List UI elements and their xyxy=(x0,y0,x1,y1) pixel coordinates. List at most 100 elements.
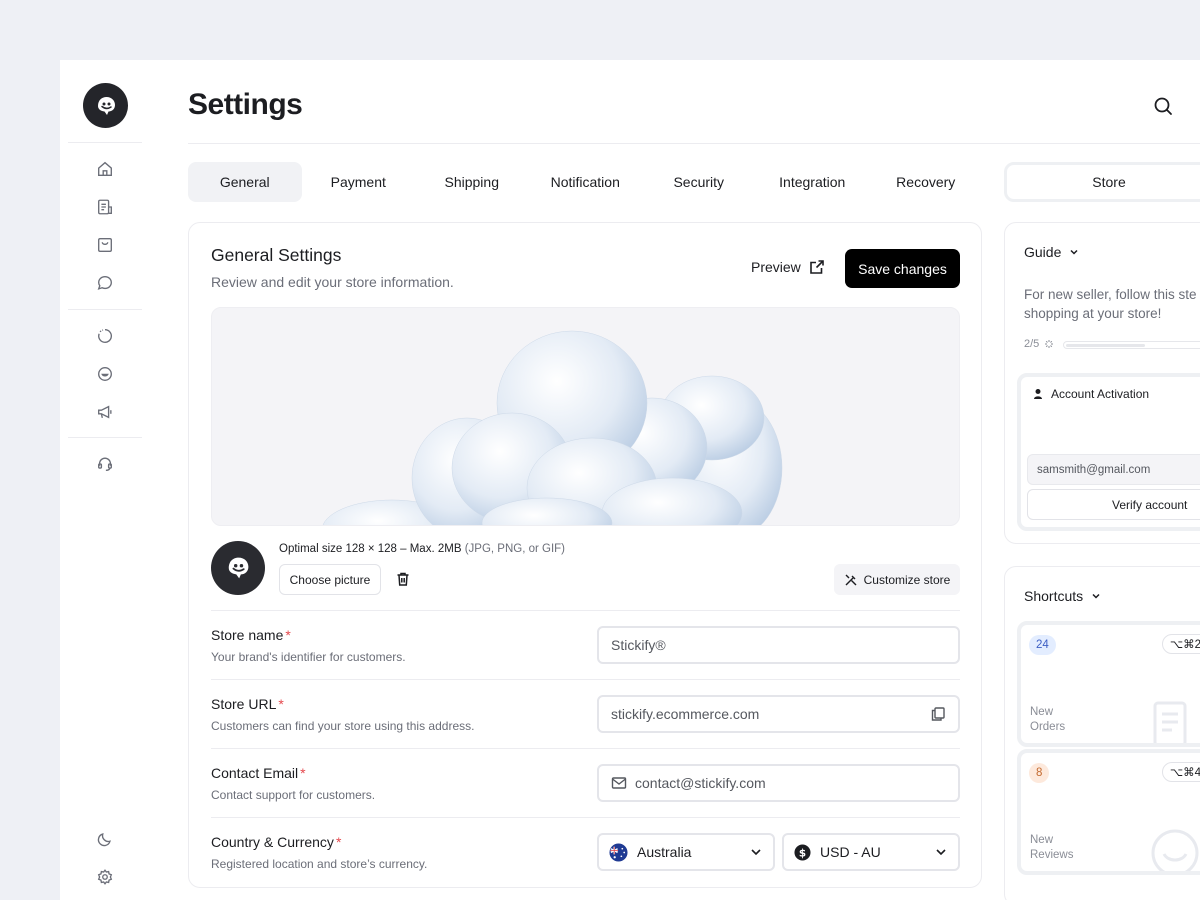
store-url-label-text: Store URL xyxy=(211,696,277,712)
verify-account-button[interactable]: Verify account xyxy=(1027,489,1200,520)
tab-notification[interactable]: Notification xyxy=(529,162,643,202)
moon-icon[interactable] xyxy=(93,827,117,851)
mail-icon xyxy=(611,777,627,789)
store-url-label: Store URL * xyxy=(211,696,284,712)
sidebar-divider xyxy=(68,142,142,143)
tab-payment[interactable]: Payment xyxy=(302,162,416,202)
preview-link[interactable]: Preview xyxy=(751,259,825,275)
required-marker: * xyxy=(285,627,291,643)
contact-email-desc: Contact support for customers. xyxy=(211,788,376,802)
currency-select[interactable]: $ USD - AU xyxy=(782,833,960,871)
tab-shipping[interactable]: Shipping xyxy=(415,162,529,202)
chevron-down-icon xyxy=(1092,593,1100,599)
required-marker: * xyxy=(335,834,342,850)
guide-card: Guide For new seller, follow this ste sh… xyxy=(1004,222,1200,544)
shortcut-label-line-1: New xyxy=(1030,706,1054,718)
store-url-value: stickify.ecommerce.com xyxy=(611,706,760,722)
activation-email-value: samsmith@gmail.com xyxy=(1037,463,1151,476)
activation-email-field[interactable]: samsmith@gmail.com xyxy=(1027,454,1200,485)
shortcut-new-reviews[interactable]: 8 ⌥⌘4 New Reviews xyxy=(1017,749,1200,875)
sidebar xyxy=(60,60,165,900)
cloud-illustration xyxy=(322,330,783,525)
tab-general[interactable]: General xyxy=(188,162,302,202)
shortcuts-title: Shortcuts xyxy=(1024,588,1084,604)
orders-icon[interactable] xyxy=(93,195,117,219)
svg-text:$: $ xyxy=(799,847,806,859)
choose-picture-button[interactable]: Choose picture xyxy=(279,564,381,595)
store-banner-image[interactable] xyxy=(211,307,960,526)
shortcut-new-orders[interactable]: 24 ⌥⌘2 New Orders xyxy=(1017,621,1200,747)
brand-logo[interactable] xyxy=(83,83,128,128)
shortcut-count: 8 xyxy=(1029,763,1050,783)
guide-toggle[interactable]: Guide xyxy=(1024,244,1079,260)
chevron-down-icon xyxy=(1070,249,1078,255)
tab-store[interactable]: Store xyxy=(1004,162,1200,202)
external-link-icon xyxy=(809,260,824,274)
chevron-down-icon xyxy=(936,849,946,856)
preview-label: Preview xyxy=(751,259,801,275)
chat-icon[interactable] xyxy=(93,271,117,295)
store-name-label: Store name * xyxy=(211,627,291,643)
copy-icon[interactable] xyxy=(930,706,946,722)
contact-email-input[interactable]: contact@stickify.com xyxy=(597,764,960,802)
trash-icon[interactable] xyxy=(395,571,413,589)
card-subtitle: Review and edit your store information. xyxy=(211,274,454,290)
tab-integration[interactable]: Integration xyxy=(756,162,870,202)
sidebar-divider xyxy=(68,309,142,310)
save-button[interactable]: Save changes xyxy=(845,249,960,288)
store-name-input[interactable]: Stickify® xyxy=(597,626,960,664)
page-title: Settings xyxy=(188,88,303,121)
shortcut-label-line-2: Reviews xyxy=(1030,849,1074,861)
tab-security[interactable]: Security xyxy=(642,162,756,202)
account-activation-step: Account Activation samsmith@gmail.com Ve… xyxy=(1017,373,1200,531)
search-icon[interactable] xyxy=(1152,95,1176,119)
guide-progress-bar xyxy=(1063,341,1200,349)
image-size-hint: Optimal size 128 × 128 – Max. 2MB (JPG, … xyxy=(279,543,565,555)
shortcut-label-line-1: New xyxy=(1030,834,1054,846)
currency-value: USD - AU xyxy=(820,844,881,860)
country-currency-label-text: Country & Currency xyxy=(211,834,334,850)
row-divider xyxy=(211,748,960,749)
activation-header: Account Activation xyxy=(1033,387,1149,401)
analytics-icon[interactable] xyxy=(93,324,117,348)
shortcut-label-line-2: Orders xyxy=(1030,721,1066,733)
required-marker: * xyxy=(300,765,306,781)
smile-icon[interactable] xyxy=(93,362,117,386)
shortcut-label: New Reviews xyxy=(1030,833,1073,863)
chevron-down-icon xyxy=(751,849,761,856)
tab-recovery[interactable]: Recovery xyxy=(869,162,983,202)
orders-illustration-icon xyxy=(1153,701,1187,743)
smile-illustration-icon xyxy=(1151,829,1199,871)
headset-icon[interactable] xyxy=(93,452,117,476)
contact-email-label-text: Contact Email xyxy=(211,765,299,781)
store-name-desc: Your brand's identifier for customers. xyxy=(211,650,406,664)
guide-text-line-2: shopping at your store! xyxy=(1024,306,1162,321)
row-divider xyxy=(211,817,960,818)
logo-mark-icon xyxy=(97,96,115,115)
contact-email-label: Contact Email * xyxy=(211,765,306,781)
shortcut-count: 24 xyxy=(1029,635,1056,655)
store-url-input[interactable]: stickify.ecommerce.com xyxy=(597,695,960,733)
user-icon xyxy=(1034,389,1042,399)
store-url-desc: Customers can find your store using this… xyxy=(211,719,475,733)
customize-label: Customize store xyxy=(863,572,951,587)
gear-icon[interactable] xyxy=(93,865,117,889)
country-currency-desc: Registered location and store’s currency… xyxy=(211,857,428,871)
megaphone-icon[interactable] xyxy=(93,400,117,424)
australia-flag-icon xyxy=(609,842,628,862)
home-icon[interactable] xyxy=(93,157,117,181)
loader-icon xyxy=(1045,340,1054,348)
shopping-bag-icon[interactable] xyxy=(93,233,117,257)
customize-store-button[interactable]: Customize store xyxy=(834,564,960,595)
progress-count: 2/5 xyxy=(1024,338,1040,350)
country-select[interactable]: Australia xyxy=(597,833,775,871)
sidebar-divider xyxy=(68,437,142,438)
store-avatar[interactable] xyxy=(211,541,265,595)
shortcuts-toggle[interactable]: Shortcuts xyxy=(1024,588,1101,604)
size-hint-text: Optimal size 128 × 128 – Max. 2MB xyxy=(279,543,462,555)
general-settings-card: General Settings Review and edit your st… xyxy=(188,222,982,888)
required-marker: * xyxy=(278,696,284,712)
guide-text: For new seller, follow this ste shopping… xyxy=(1024,285,1200,323)
store-name-label-text: Store name xyxy=(211,627,284,643)
logo-mark-icon xyxy=(228,557,249,579)
